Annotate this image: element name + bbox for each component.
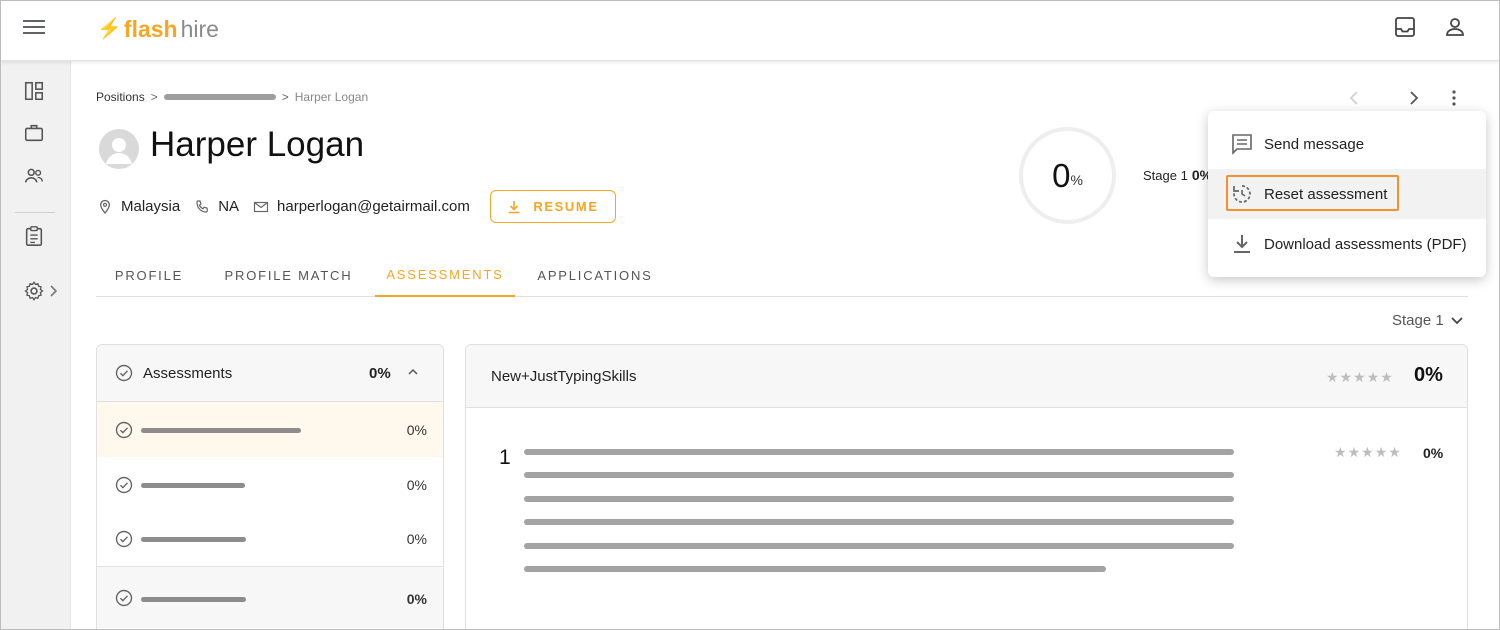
rating-stars[interactable]: ★ ★ ★ ★ ★: [1326, 369, 1394, 386]
assessments-list-title: Assessments: [143, 365, 233, 382]
assessment-row[interactable]: 0%: [97, 566, 443, 628]
question-text-redacted: [524, 519, 1234, 525]
star-icon[interactable]: ★: [1353, 369, 1366, 386]
candidate-email[interactable]: harperlogan@getairmail.com: [277, 198, 470, 215]
next-candidate-icon[interactable]: [1404, 89, 1422, 107]
breadcrumb-positions[interactable]: Positions: [96, 90, 145, 104]
question-score: 0%: [1423, 445, 1444, 461]
dashboard-icon[interactable]: [23, 80, 45, 102]
menu-item-send-message[interactable]: Send message: [1208, 119, 1486, 169]
chevron-up-icon[interactable]: [407, 367, 419, 377]
question-text-redacted: [524, 472, 1234, 478]
account-icon[interactable]: [1443, 15, 1467, 39]
download-icon: [1234, 235, 1250, 253]
assessment-row[interactable]: 0%: [97, 402, 443, 457]
location-icon: [100, 199, 110, 214]
assessment-score: 0%: [406, 591, 427, 607]
app-window: ⚡ flash hire Positions > > Harper Logan …: [0, 0, 1500, 630]
resume-button[interactable]: RESUME: [490, 190, 616, 223]
breadcrumb: Positions > > Harper Logan: [96, 90, 368, 104]
previous-candidate-icon[interactable]: [1346, 89, 1364, 107]
breadcrumb-separator: >: [150, 90, 158, 104]
tab-applications[interactable]: APPLICATIONS: [530, 254, 660, 297]
assessment-score: 0%: [406, 422, 427, 438]
assessment-detail-header: New+JustTypingSkills ★ ★ ★ ★ ★ 0%: [466, 345, 1467, 408]
star-icon[interactable]: ★: [1326, 369, 1339, 386]
sidebar-divider: [15, 212, 55, 213]
assessment-score: 0%: [406, 477, 427, 493]
assessment-name-redacted: [141, 537, 246, 542]
people-icon[interactable]: [23, 165, 45, 187]
clipboard-icon[interactable]: [23, 225, 45, 247]
star-icon[interactable]: ★: [1388, 444, 1401, 461]
question-text-redacted: [524, 496, 1234, 502]
assessment-row[interactable]: 0%: [97, 511, 443, 566]
app-logo[interactable]: ⚡ flash hire: [97, 15, 219, 43]
chevron-down-icon: [1451, 316, 1463, 324]
question-number: 1: [499, 446, 511, 469]
assessment-name-redacted: [141, 597, 246, 602]
overall-score-ring: 0 %: [1019, 127, 1116, 224]
star-icon[interactable]: ★: [1367, 369, 1380, 386]
overall-score-value: 0: [1052, 156, 1071, 194]
avatar: [99, 129, 139, 169]
assessments-list-header[interactable]: Assessments 0%: [97, 345, 443, 402]
star-icon[interactable]: ★: [1348, 444, 1361, 461]
email-icon: [253, 201, 269, 212]
download-icon: [508, 200, 520, 213]
more-options-icon[interactable]: [1445, 89, 1463, 107]
tab-assessments[interactable]: ASSESSMENTS: [375, 254, 515, 297]
assessment-score: 0%: [406, 531, 427, 547]
more-options-menu: Send message Reset assessment Download a…: [1208, 111, 1486, 277]
star-icon[interactable]: ★: [1361, 444, 1374, 461]
candidate-meta: Malaysia NA harperlogan@getairmail.com: [97, 198, 484, 215]
star-icon[interactable]: ★: [1375, 444, 1388, 461]
check-circle-icon: [115, 589, 133, 607]
check-circle-icon: [115, 476, 133, 494]
overall-score-unit: %: [1070, 171, 1083, 188]
assessment-name-redacted: [141, 483, 245, 488]
assessment-detail-score: 0%: [1414, 364, 1443, 386]
top-bar: ⚡ flash hire: [1, 1, 1499, 61]
stage-select[interactable]: Stage 1: [1392, 312, 1464, 329]
assessment-detail-panel: New+JustTypingSkills ★ ★ ★ ★ ★ 0% 1 ★ ★ ★ ★ ★ 0%: [465, 344, 1468, 629]
assessment-row[interactable]: 0%: [97, 457, 443, 512]
inbox-icon[interactable]: [1393, 15, 1417, 39]
assessment-name-redacted: [141, 428, 301, 433]
check-circle-icon: [115, 530, 133, 548]
question-text-redacted: [524, 543, 1234, 549]
breadcrumb-position-redacted[interactable]: [163, 94, 276, 100]
briefcase-icon[interactable]: [23, 122, 45, 144]
breadcrumb-separator: >: [281, 90, 289, 104]
candidate-phone: NA: [218, 198, 240, 215]
tab-profile[interactable]: PROFILE: [96, 254, 202, 297]
check-circle-icon: [115, 364, 133, 382]
menu-item-download-assessments[interactable]: Download assessments (PDF): [1208, 219, 1486, 269]
phone-icon: [196, 199, 208, 213]
menu-item-reset-assessment[interactable]: Reset assessment: [1208, 169, 1486, 219]
assessments-list-panel: Assessments 0% 0% 0% 0% 0%: [96, 344, 444, 629]
candidate-name: Harper Logan: [150, 125, 365, 164]
stage-score: Stage 1 0%: [1143, 167, 1213, 183]
chevron-right-icon[interactable]: [49, 285, 59, 297]
menu-icon[interactable]: [23, 17, 45, 39]
tab-profile-match[interactable]: PROFILE MATCH: [216, 254, 361, 297]
assessments-total: 0%: [369, 365, 391, 382]
bolt-icon: ⚡: [97, 18, 122, 40]
check-circle-icon: [115, 421, 133, 439]
star-icon[interactable]: ★: [1340, 369, 1353, 386]
candidate-location: Malaysia: [121, 198, 181, 215]
question-rating-stars[interactable]: ★ ★ ★ ★ ★: [1334, 444, 1402, 461]
settings-icon[interactable]: [23, 280, 45, 302]
breadcrumb-current: Harper Logan: [294, 90, 369, 104]
question-text-redacted: [524, 566, 1106, 572]
person-icon: [106, 138, 132, 164]
assessment-detail-title: New+JustTypingSkills: [491, 368, 637, 385]
star-icon[interactable]: ★: [1380, 369, 1393, 386]
star-icon[interactable]: ★: [1334, 444, 1347, 461]
question-text-redacted: [524, 449, 1234, 455]
message-icon: [1232, 134, 1252, 155]
sidebar: [1, 61, 71, 629]
reset-icon: [1233, 185, 1251, 203]
